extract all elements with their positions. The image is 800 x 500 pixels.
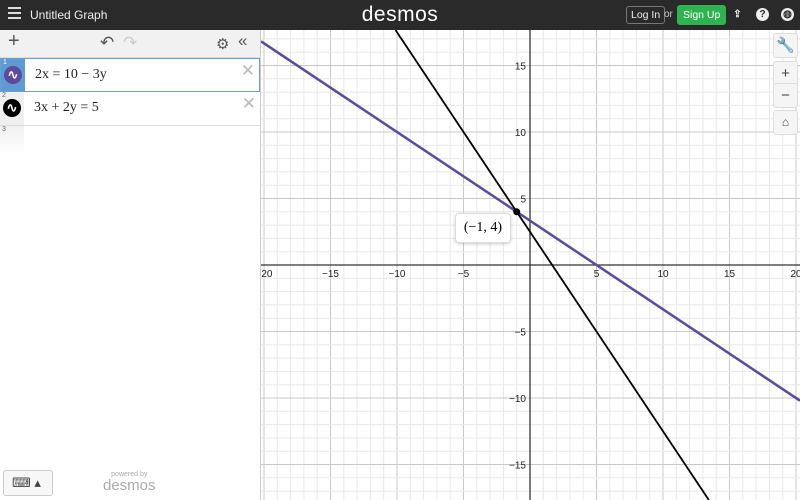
curve-color-icon[interactable]: ∿ — [4, 66, 22, 84]
powered-by-desmos: powered by desmos — [103, 471, 156, 493]
add-icon[interactable]: + — [8, 30, 20, 53]
x-tick-label: 5 — [594, 269, 600, 280]
expression-input[interactable]: 3x + 2y = 5 — [34, 100, 99, 116]
zoom-out-button[interactable]: − — [773, 83, 798, 108]
x-tick-label: −5 — [458, 269, 470, 280]
settings-gear-icon[interactable]: ⚙ — [216, 35, 229, 53]
wrench-icon[interactable]: 🔧 — [773, 33, 798, 58]
expression-number: 3 — [2, 126, 6, 133]
login-button[interactable]: Log In — [626, 6, 666, 24]
curve-color-icon[interactable]: ∿ — [3, 99, 21, 117]
share-icon[interactable]: ⇪ — [731, 8, 744, 21]
intersection-point — [513, 208, 521, 216]
help-icon[interactable]: ? — [756, 8, 769, 21]
x-tick-label: −15 — [322, 269, 339, 280]
top-bar: Untitled Graph desmos Log In or Sign Up … — [0, 0, 800, 30]
keyboard-toggle-button[interactable]: ⌨ ▴ — [3, 470, 53, 496]
point-label: (−1, 4) — [455, 213, 511, 243]
x-tick-label: −20 — [261, 269, 273, 280]
delete-icon[interactable]: ✕ — [242, 94, 256, 114]
signup-button[interactable]: Sign Up — [677, 5, 727, 25]
powered-logo: desmos — [103, 477, 156, 494]
globe-icon[interactable]: ◍ — [781, 8, 794, 21]
redo-icon[interactable]: ↷ — [123, 33, 137, 53]
y-tick-label: −5 — [515, 328, 527, 339]
or-text: or — [664, 9, 673, 20]
y-tick-label: 5 — [520, 195, 526, 206]
expression-input[interactable]: 2x = 10 − 3y — [35, 67, 107, 83]
x-tick-label: 10 — [657, 269, 669, 280]
y-tick-label: 15 — [515, 62, 527, 73]
x-tick-label: 20 — [790, 269, 800, 280]
delete-icon[interactable]: ✕ — [241, 61, 255, 81]
y-tick-label: −15 — [509, 461, 526, 472]
graph-canvas[interactable]: −20 −15 −10 −5 5 10 15 20 15 10 5 −5 −10 −15 — [261, 30, 800, 500]
expression-item-1[interactable]: 1 ∿ 2x = 10 − 3y ✕ — [0, 58, 260, 92]
expression-toolbar: + ↶ ↷ ⚙ « — [0, 30, 260, 58]
y-tick-label: 10 — [515, 128, 527, 139]
expression-number: 1 — [3, 59, 7, 66]
home-icon[interactable]: ⌂ — [773, 110, 798, 135]
expression-panel: + ↶ ↷ ⚙ « 1 ∿ 2x = 10 − 3y ✕ 2 ∿ 3x + 2y… — [0, 30, 261, 500]
collapse-panel-icon[interactable]: « — [238, 31, 247, 51]
new-expression-row[interactable]: 3 — [0, 126, 260, 156]
x-tick-label: −10 — [389, 269, 406, 280]
undo-icon[interactable]: ↶ — [100, 33, 114, 53]
x-tick-label: 15 — [724, 269, 736, 280]
expression-item-2[interactable]: 2 ∿ 3x + 2y = 5 ✕ — [0, 92, 260, 126]
expression-number: 2 — [2, 92, 6, 99]
y-tick-label: −10 — [509, 394, 526, 405]
